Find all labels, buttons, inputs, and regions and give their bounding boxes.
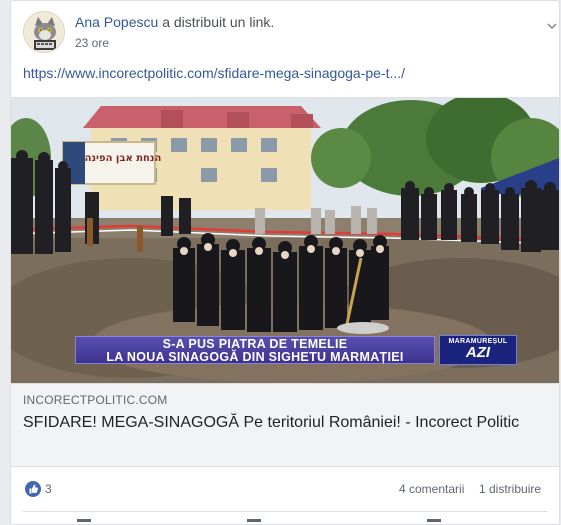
link-preview-info[interactable]: INCORECTPOLITIC.COM SFIDARE! MEGA-SINAGO… (11, 383, 559, 467)
link-preview-image[interactable]: הנחת אבן הפינה S-A PUS PIATRA DE TEMELIE… (11, 97, 559, 383)
comment-action-icon[interactable] (247, 519, 261, 524)
brand-main-text: AZI (465, 344, 491, 361)
post-stats: 3 4 comentarii 1 distribuire (11, 467, 559, 511)
post-card: Ana Popescu a distribuit un link. 23 ore… (10, 0, 560, 525)
stats-divider (23, 511, 547, 512)
like-action-icon[interactable] (77, 519, 91, 524)
banner-line-2: LA NOUA SINAGOGĂ DIN SIGHETU MARMAȚIEI (106, 350, 404, 364)
share-count[interactable]: 1 distribuire (479, 482, 541, 496)
link-domain: INCORECTPOLITIC.COM (23, 393, 168, 407)
shared-link-url[interactable]: https://www.incorectpolitic.com/sfidare-… (23, 65, 405, 81)
post-timestamp[interactable]: 23 ore (75, 36, 109, 50)
hebrew-sign-text: הנחת אבן הפינה (85, 153, 162, 164)
post-header: Ana Popescu a distribuit un link. 23 ore (23, 9, 557, 57)
author-name[interactable]: Ana Popescu (75, 14, 158, 30)
chevron-down-icon[interactable] (545, 19, 559, 33)
video-caption-banner: S-A PUS PIATRA DE TEMELIE LA NOUA SINAGO… (75, 336, 435, 364)
cat-avatar-image (24, 12, 64, 52)
comment-count[interactable]: 4 comentarii (399, 482, 464, 496)
post-action-text: a distribuit un link. (162, 14, 275, 30)
action-bar (11, 513, 559, 524)
like-count[interactable]: 3 (45, 482, 52, 496)
link-title[interactable]: SFIDARE! MEGA-SINAGOGĂ Pe teritoriul Rom… (23, 412, 543, 433)
like-reaction-icon[interactable] (25, 481, 41, 497)
tv-channel-logo: MARAMUREȘUL AZI (439, 335, 517, 365)
avatar[interactable] (23, 11, 65, 53)
author-line: Ana Popescu a distribuit un link. (75, 14, 274, 30)
share-action-icon[interactable] (427, 519, 441, 524)
